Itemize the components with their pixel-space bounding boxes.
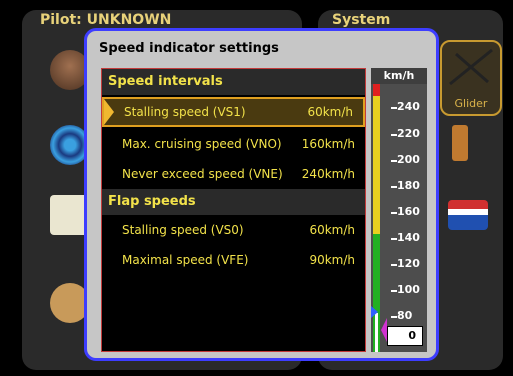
speed-scale: km/h 240 220 200 180 160 140 120 100 80 … [371,68,427,352]
item-label: Stalling speed (VS1) [124,105,246,119]
tick-label: 220 [397,127,420,140]
item-label: Maximal speed (VFE) [122,253,249,267]
white-arc [375,313,378,352]
list-item-vfe[interactable]: Maximal speed (VFE) 90km/h [102,245,365,275]
tick-label: 120 [397,257,420,270]
yellow-arc [373,96,380,234]
item-value: 240km/h [301,167,355,181]
vs1-marker-icon [371,306,378,318]
selection-arrow-icon [104,99,114,125]
item-label: Max. cruising speed (VNO) [122,137,282,151]
flags-icon[interactable] [448,200,488,230]
tick-label: 80 [397,309,413,322]
tick-label: 100 [397,283,420,296]
scale-unit: km/h [371,68,427,84]
tick-label: 160 [397,205,420,218]
section-flap-speeds: Flap speeds [102,189,365,215]
red-line-marker [373,84,380,96]
item-value: 60km/h [309,223,355,237]
dialog-title: Speed indicator settings [99,41,279,56]
section-speed-intervals: Speed intervals [102,69,365,95]
list-item-vne[interactable]: Never exceed speed (VNE) 240km/h [102,159,365,189]
tick-label: 240 [397,100,420,113]
tick-label: 140 [397,231,420,244]
list-item-vs0[interactable]: Stalling speed (VS0) 60km/h [102,215,365,245]
list-item-vno[interactable]: Max. cruising speed (VNO) 160km/h [102,129,365,159]
item-value: 60km/h [307,105,353,119]
pilot-title: Pilot: UNKNOWN [40,12,172,28]
glider-label: Glider [454,97,488,110]
speed-settings-dialog: Speed indicator settings Speed intervals… [84,28,439,361]
glider-icon [449,48,493,86]
settings-list: Speed intervals Stalling speed (VS1) 60k… [101,68,366,352]
current-speed-pointer: 0 [387,326,423,346]
usb-icon[interactable] [452,125,468,161]
list-item-vs1[interactable]: Stalling speed (VS1) 60km/h [102,97,365,127]
item-label: Stalling speed (VS0) [122,223,244,237]
item-label: Never exceed speed (VNE) [122,167,283,181]
tick-label: 180 [397,179,420,192]
system-title: System [332,12,391,28]
tick-label: 200 [397,153,420,166]
item-value: 160km/h [301,137,355,151]
glider-button[interactable]: Glider [440,40,502,116]
item-value: 90km/h [309,253,355,267]
